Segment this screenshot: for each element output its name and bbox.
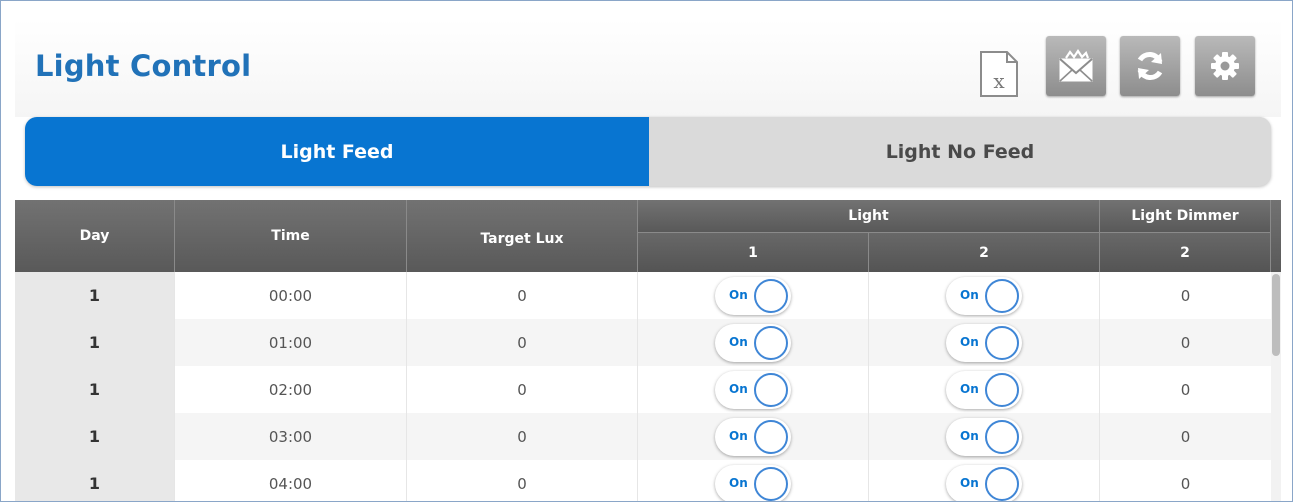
cell-light-1: On xyxy=(638,272,869,319)
light-2-toggle[interactable]: On xyxy=(946,370,1022,409)
header-dimmer-group: Light Dimmer xyxy=(1100,200,1271,232)
light-2-toggle[interactable]: On xyxy=(946,276,1022,315)
app-frame: Light Control x Light Feed Light No Feed… xyxy=(0,0,1293,502)
toggle-label: On xyxy=(960,334,979,349)
toggle-knob xyxy=(985,466,1019,501)
cell-light-2: On xyxy=(869,460,1100,501)
toggle-knob xyxy=(754,419,788,454)
toggle-knob xyxy=(985,419,1019,454)
tab-light-feed[interactable]: Light Feed xyxy=(25,117,649,186)
cell-time[interactable]: 01:00 xyxy=(175,319,407,366)
vertical-scrollbar[interactable] xyxy=(1271,272,1281,501)
header-light-2: 2 xyxy=(869,232,1100,272)
table-row: 1 01:00 0 On On 0 xyxy=(15,319,1271,366)
light-2-toggle[interactable]: On xyxy=(946,323,1022,362)
settings-button[interactable] xyxy=(1195,36,1255,96)
cell-time[interactable]: 00:00 xyxy=(175,272,407,319)
envelope-button[interactable] xyxy=(1046,36,1106,96)
gear-icon xyxy=(1211,52,1239,80)
header-scroll-spacer xyxy=(1271,200,1281,272)
toggle-knob xyxy=(754,372,788,407)
light-2-toggle[interactable]: On xyxy=(946,417,1022,456)
cell-target-lux[interactable]: 0 xyxy=(407,319,638,366)
cell-light-1: On xyxy=(638,460,869,501)
cell-day: 1 xyxy=(15,413,175,460)
toggle-knob xyxy=(985,372,1019,407)
toggle-label: On xyxy=(960,381,979,396)
tab-light-no-feed[interactable]: Light No Feed xyxy=(649,117,1271,186)
refresh-button[interactable] xyxy=(1120,36,1180,96)
table-row: 1 02:00 0 On On 0 xyxy=(15,366,1271,413)
toggle-knob xyxy=(985,278,1019,313)
toggle-label: On xyxy=(729,428,748,443)
table-row: 1 00:00 0 On On 0 xyxy=(15,272,1271,319)
cell-dimmer-2[interactable]: 0 xyxy=(1100,319,1271,366)
tab-bar: Light Feed Light No Feed xyxy=(25,117,1271,186)
cell-time[interactable]: 04:00 xyxy=(175,460,407,501)
light-schedule-table: Day Time Target Lux Light 1 2 Light Dimm… xyxy=(15,200,1281,501)
cell-light-1: On xyxy=(638,366,869,413)
light-1-toggle[interactable]: On xyxy=(715,464,791,501)
excel-export-icon[interactable]: x xyxy=(979,50,1019,98)
svg-text:x: x xyxy=(993,69,1005,93)
cell-day: 1 xyxy=(15,460,175,501)
header-dimmer-2: 2 xyxy=(1100,232,1271,272)
header-target-lux: Target Lux xyxy=(407,200,638,272)
envelope-icon xyxy=(1059,49,1093,82)
toggle-label: On xyxy=(729,381,748,396)
light-1-toggle[interactable]: On xyxy=(715,276,791,315)
cell-dimmer-2[interactable]: 0 xyxy=(1100,366,1271,413)
cell-target-lux[interactable]: 0 xyxy=(407,272,638,319)
cell-dimmer-2[interactable]: 0 xyxy=(1100,460,1271,501)
cell-light-2: On xyxy=(869,413,1100,460)
toggle-knob xyxy=(754,466,788,501)
cell-light-2: On xyxy=(869,272,1100,319)
light-2-toggle[interactable]: On xyxy=(946,464,1022,501)
table-row: 1 04:00 0 On On 0 xyxy=(15,460,1271,501)
cell-target-lux[interactable]: 0 xyxy=(407,366,638,413)
light-1-toggle[interactable]: On xyxy=(715,323,791,362)
toggle-knob xyxy=(754,325,788,360)
cell-dimmer-2[interactable]: 0 xyxy=(1100,272,1271,319)
cell-light-2: On xyxy=(869,319,1100,366)
toggle-label: On xyxy=(960,428,979,443)
toggle-knob xyxy=(985,325,1019,360)
header-day: Day xyxy=(15,200,175,272)
cell-light-2: On xyxy=(869,366,1100,413)
cell-target-lux[interactable]: 0 xyxy=(407,460,638,501)
toggle-label: On xyxy=(729,475,748,490)
toggle-label: On xyxy=(960,475,979,490)
page-title: Light Control xyxy=(35,49,252,83)
cell-day: 1 xyxy=(15,272,175,319)
refresh-icon xyxy=(1137,52,1163,80)
cell-day: 1 xyxy=(15,366,175,413)
cell-target-lux[interactable]: 0 xyxy=(407,413,638,460)
toggle-knob xyxy=(754,278,788,313)
light-1-toggle[interactable]: On xyxy=(715,370,791,409)
cell-day: 1 xyxy=(15,319,175,366)
cell-light-1: On xyxy=(638,413,869,460)
table-row: 1 03:00 0 On On 0 xyxy=(15,413,1271,460)
cell-time[interactable]: 02:00 xyxy=(175,366,407,413)
scrollbar-thumb[interactable] xyxy=(1272,274,1280,356)
cell-dimmer-2[interactable]: 0 xyxy=(1100,413,1271,460)
header-time: Time xyxy=(175,200,407,272)
light-1-toggle[interactable]: On xyxy=(715,417,791,456)
toggle-label: On xyxy=(729,287,748,302)
cell-time[interactable]: 03:00 xyxy=(175,413,407,460)
toggle-label: On xyxy=(729,334,748,349)
header-light-1: 1 xyxy=(638,232,869,272)
toggle-label: On xyxy=(960,287,979,302)
cell-light-1: On xyxy=(638,319,869,366)
header-light-group: Light xyxy=(638,200,1100,232)
